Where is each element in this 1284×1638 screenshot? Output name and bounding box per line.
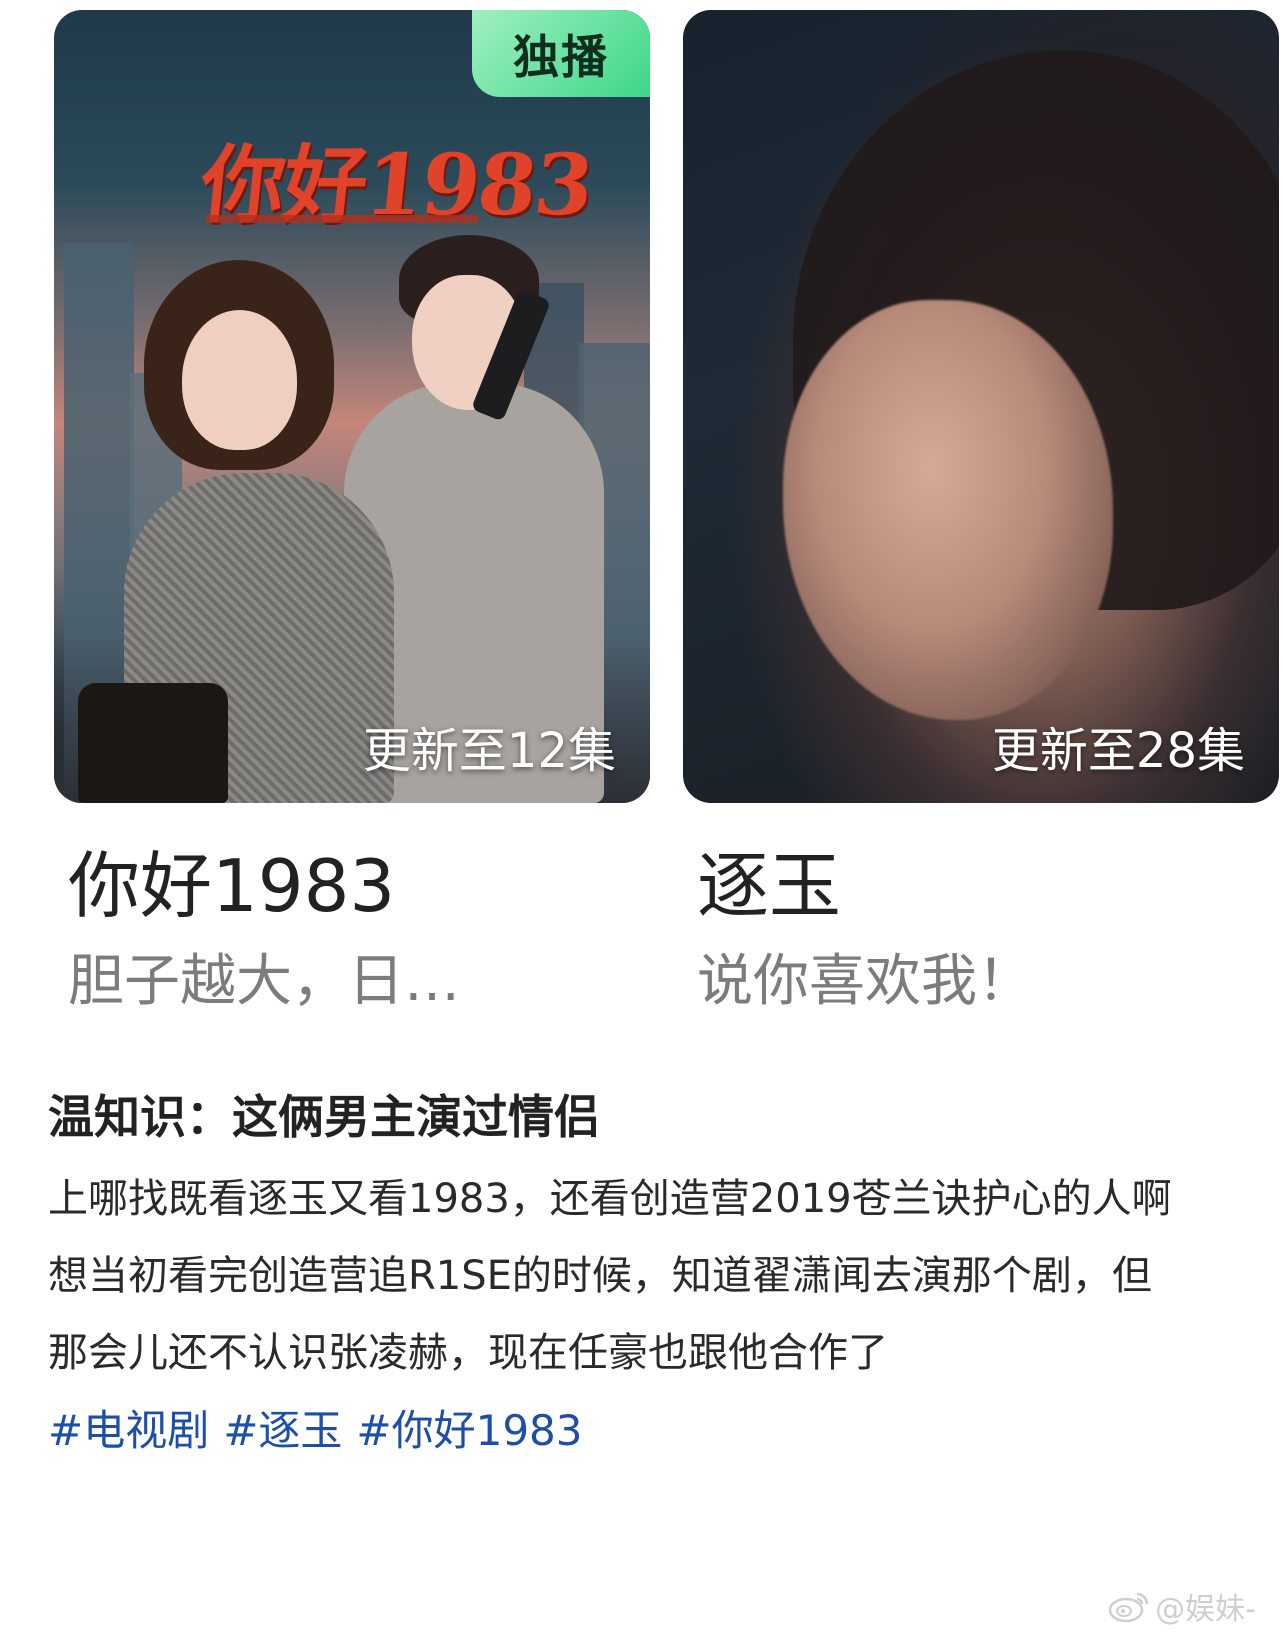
drama-poster[interactable]: 你好1983 独播 更新至12集 (54, 10, 650, 803)
drama-title[interactable]: 逐玉 (697, 846, 1279, 926)
post-page: 你好1983 独播 更新至12集 你好1983 胆子越大，日… 更新至28集 逐… (0, 0, 1284, 1638)
actress-face (783, 300, 1113, 720)
post-heading: 温知识：这俩男主演过情侣 (48, 1090, 600, 1144)
drama-tagline: 说你喜欢我！ (697, 949, 1033, 1015)
post-paragraph: 想当初看完创造营追R1SE的时候，知道翟潇闻去演那个剧，但那会儿还不认识张凌赫，… (48, 1253, 1152, 1377)
exclusive-badge: 独播 (472, 10, 650, 97)
post-paragraph: 上哪找既看逐玉又看1983，还看创造营2019苍兰诀护心的人啊 (48, 1176, 1172, 1223)
hashtag-link[interactable]: #电视剧 (48, 1406, 209, 1455)
hashtag-link[interactable]: #你好1983 (356, 1406, 582, 1455)
drama-title[interactable]: 你好1983 (68, 846, 650, 926)
drama-tagline: 胆子越大，日… (68, 949, 460, 1015)
hashtag-list: #电视剧 #逐玉 #你好1983 (48, 1392, 1188, 1469)
drama-card-zhu-yu[interactable]: 更新至28集 逐玉 说你喜欢我！ (683, 10, 1279, 1015)
episode-status: 更新至12集 (362, 723, 616, 779)
episode-status: 更新至28集 (991, 723, 1245, 779)
handbag (78, 683, 228, 803)
drama-card-hello-1983[interactable]: 你好1983 独播 更新至12集 你好1983 胆子越大，日… (54, 10, 650, 1015)
post-body: 上哪找既看逐玉又看1983，还看创造营2019苍兰诀护心的人啊 想当初看完创造营… (48, 1161, 1188, 1469)
weibo-icon (1108, 1592, 1149, 1623)
post-content: 温知识：这俩男主演过情侣 上哪找既看逐玉又看1983，还看创造营2019苍兰诀护… (48, 1085, 1248, 1469)
watermark-author: @娱妹- (1155, 1592, 1256, 1627)
actress-face (182, 310, 297, 450)
drama-poster[interactable]: 更新至28集 (683, 10, 1279, 803)
weibo-watermark: @娱妹- (1107, 1584, 1256, 1628)
hashtag-link[interactable]: #逐玉 (223, 1406, 342, 1455)
poster-logo-underline (206, 215, 478, 223)
